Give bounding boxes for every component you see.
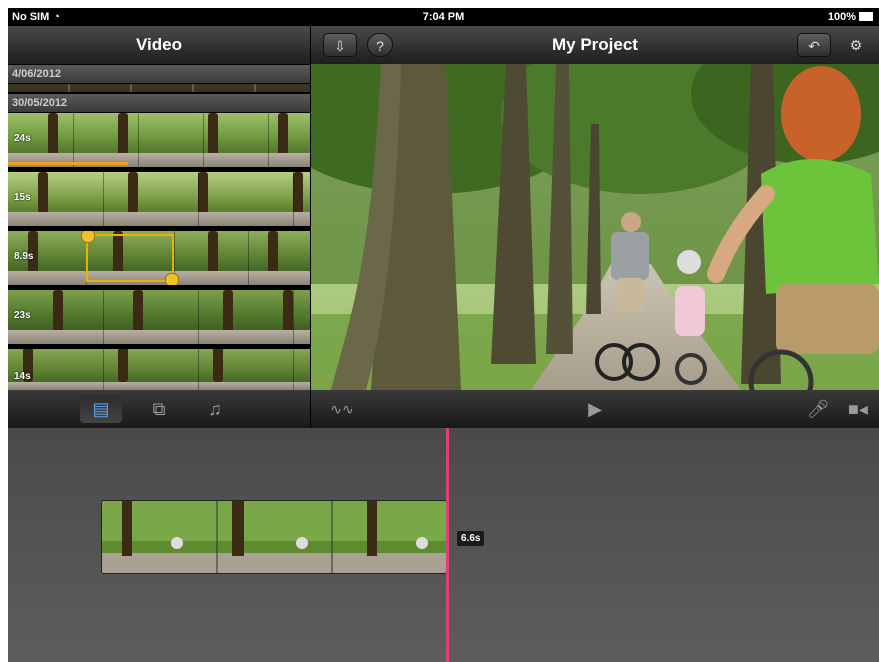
ipad-screen: No SIM ◔ 7:04 PM 100% Video 4/06/2012 30/… bbox=[8, 8, 879, 662]
clip-duration-badge: 6.6s bbox=[456, 530, 486, 547]
clip-duration: 24s bbox=[14, 133, 31, 144]
video-viewer[interactable] bbox=[311, 64, 879, 390]
playhead[interactable] bbox=[446, 428, 449, 662]
battery-icon bbox=[859, 12, 873, 21]
status-bar: No SIM ◔ 7:04 PM 100% bbox=[8, 8, 879, 26]
clip-thumbnail[interactable]: 23s bbox=[8, 290, 310, 344]
viewer-frame-image bbox=[311, 64, 879, 390]
project-timeline[interactable]: 6.6s bbox=[8, 428, 879, 662]
clip-thumbnail[interactable]: 15s bbox=[8, 172, 310, 226]
audio-waveform-icon: ∿∿ bbox=[330, 401, 354, 417]
photos-tab[interactable]: ⧉ bbox=[138, 395, 180, 423]
clock: 7:04 PM bbox=[422, 11, 465, 23]
video-strip-icon: ▤ bbox=[92, 399, 110, 419]
record-voiceover-button[interactable]: 🎤︎ bbox=[797, 395, 839, 423]
play-button[interactable]: ▶ bbox=[574, 395, 616, 423]
audio-waveform-button[interactable]: ∿∿ bbox=[321, 395, 363, 423]
media-type-toolbar: ▤ ⧉ ♫ bbox=[8, 390, 310, 428]
camera-button[interactable]: ■◂ bbox=[837, 395, 879, 423]
clip-used-indicator bbox=[8, 162, 128, 165]
date-header: 4/06/2012 bbox=[8, 65, 310, 83]
clip-thumbnail[interactable]: 24s bbox=[8, 113, 310, 167]
trim-handle-end[interactable] bbox=[165, 273, 179, 285]
settings-button[interactable]: ⚙ bbox=[839, 33, 873, 57]
clip-selection-frame[interactable] bbox=[81, 231, 179, 285]
undo-icon: ↶ bbox=[808, 38, 820, 54]
battery-indicator: 100% bbox=[828, 11, 873, 23]
clip-thumbnail[interactable]: 8.9s bbox=[8, 231, 310, 285]
video-tab[interactable]: ▤ bbox=[80, 395, 122, 423]
clip-duration: 23s bbox=[14, 310, 31, 321]
date-header: 30/05/2012 bbox=[8, 94, 310, 112]
trim-handle-start[interactable] bbox=[81, 231, 95, 243]
gear-icon: ⚙ bbox=[849, 37, 863, 53]
clip-strip-collapsed[interactable] bbox=[8, 84, 310, 92]
playback-toolbar: ∿∿ ▶ 🎤︎ ■◂ bbox=[311, 390, 879, 428]
clip-thumbnail[interactable]: 14s bbox=[8, 349, 310, 390]
clip-duration: 15s bbox=[14, 192, 31, 203]
clip-duration: 14s bbox=[14, 371, 31, 382]
music-note-icon: ♫ bbox=[208, 399, 222, 419]
media-browser-title: Video bbox=[8, 26, 310, 65]
project-header: ⇩ ? My Project ↶ ⚙ bbox=[311, 26, 879, 64]
microphone-icon: 🎤︎ bbox=[806, 399, 830, 419]
play-icon: ▶ bbox=[588, 399, 602, 419]
undo-button[interactable]: ↶ bbox=[797, 33, 831, 57]
timeline-clip[interactable] bbox=[101, 500, 447, 574]
clip-duration: 8.9s bbox=[14, 251, 34, 262]
audio-tab[interactable]: ♫ bbox=[194, 395, 236, 423]
project-title: My Project bbox=[552, 35, 638, 54]
camera-icon: ■◂ bbox=[848, 399, 868, 419]
photos-icon: ⧉ bbox=[152, 399, 166, 419]
timeline-clip-thumbnails bbox=[102, 501, 446, 573]
